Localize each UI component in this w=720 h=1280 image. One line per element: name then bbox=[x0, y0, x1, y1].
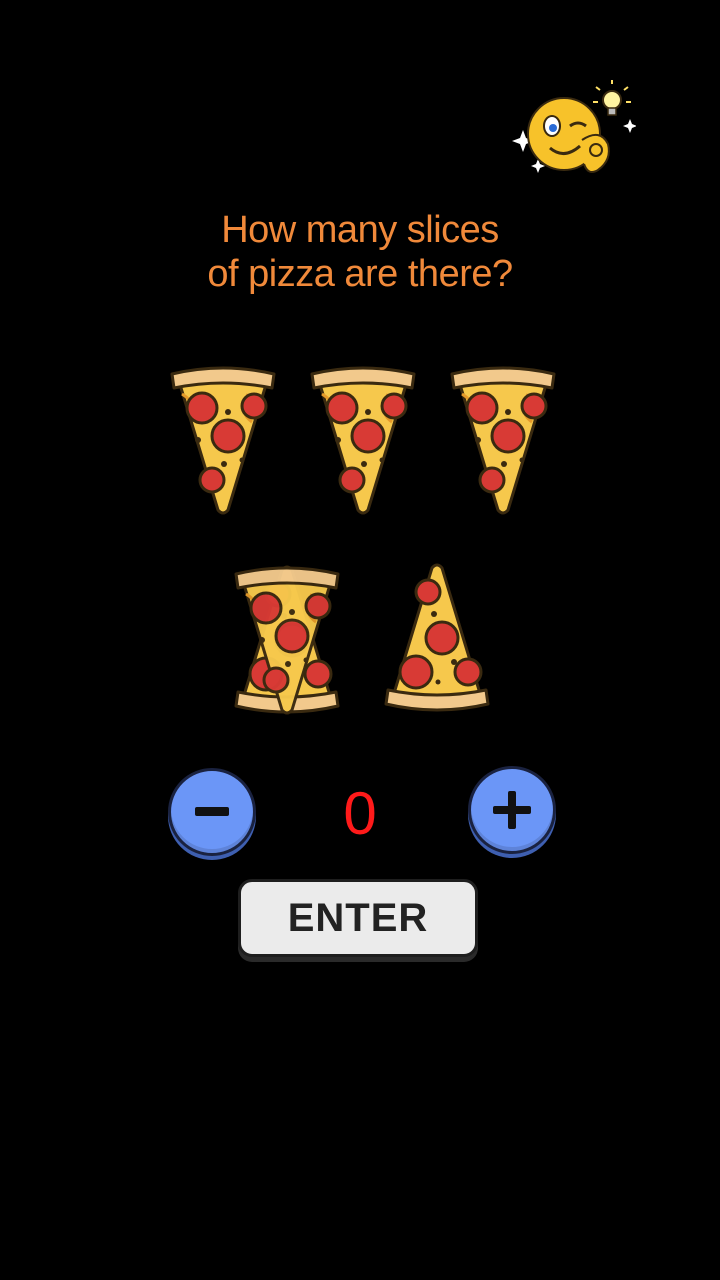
pizza-slice-3 bbox=[448, 364, 558, 516]
question-text: How many slices of pizza are there? bbox=[0, 208, 720, 296]
pizza-slice-1 bbox=[168, 364, 278, 516]
winking-emoji-mascot bbox=[512, 80, 637, 184]
lightbulb-icon bbox=[593, 80, 631, 116]
pizza-slice-5 bbox=[382, 562, 492, 714]
answer-stepper: 0 bbox=[0, 760, 720, 860]
enter-button[interactable]: ENTER bbox=[238, 879, 478, 957]
enter-button-label: ENTER bbox=[287, 895, 429, 940]
question-line-1: How many slices bbox=[221, 209, 499, 251]
answer-count: 0 bbox=[343, 780, 377, 847]
question-line-2: of pizza are there? bbox=[207, 253, 513, 295]
pizza-slice-overlapped-top bbox=[232, 564, 342, 716]
pizza-slice-2 bbox=[308, 364, 418, 516]
minus-icon bbox=[195, 807, 229, 816]
plus-icon bbox=[493, 791, 531, 829]
plus-button[interactable] bbox=[468, 766, 556, 854]
minus-button[interactable] bbox=[168, 768, 256, 856]
